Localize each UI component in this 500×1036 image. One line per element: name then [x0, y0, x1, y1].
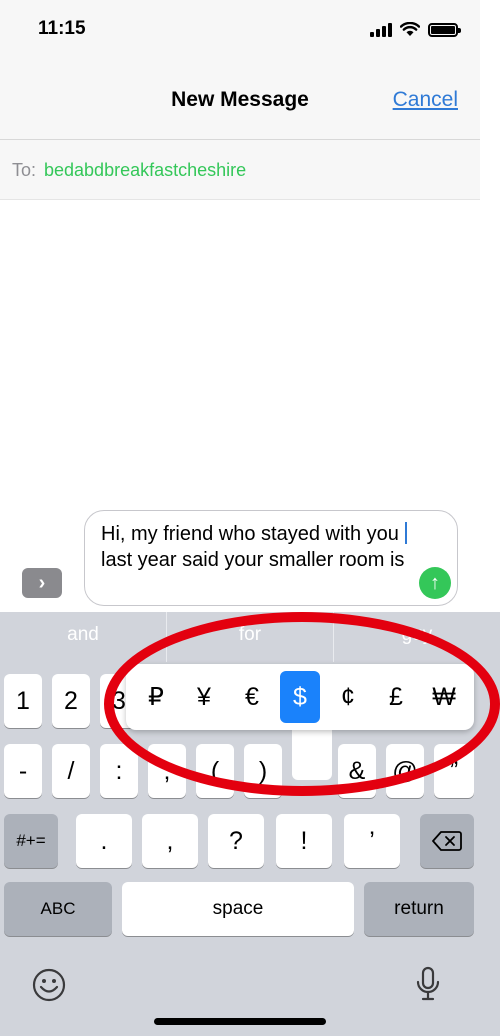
- microphone-icon[interactable]: [416, 966, 440, 1002]
- return-key[interactable]: return: [364, 882, 474, 936]
- message-text[interactable]: Hi, my friend who stayed with you last y…: [101, 521, 411, 573]
- status-bar: 11:15: [0, 0, 480, 58]
- backspace-icon: [432, 831, 462, 851]
- key-1[interactable]: 1: [4, 674, 42, 728]
- home-indicator[interactable]: [154, 1018, 326, 1025]
- key-period[interactable]: .: [76, 814, 132, 868]
- recipient-row[interactable]: To: bedabdbreakfastcheshire: [0, 140, 480, 200]
- message-text-before-caret: Hi, my friend who stayed with you: [101, 523, 405, 545]
- key-hyphen[interactable]: -: [4, 744, 42, 798]
- symbols-toggle-key[interactable]: #+=: [4, 814, 58, 868]
- chevron-right-icon[interactable]: ›: [22, 568, 62, 598]
- key-question[interactable]: ?: [208, 814, 264, 868]
- wifi-icon: [400, 22, 420, 36]
- abc-key[interactable]: ABC: [4, 882, 112, 936]
- screen-edge: [480, 0, 500, 612]
- text-caret: [405, 522, 408, 544]
- key-exclamation[interactable]: !: [276, 814, 332, 868]
- battery-icon: [428, 22, 461, 37]
- to-label: To:: [12, 160, 37, 180]
- send-arrow-icon[interactable]: ↑: [419, 567, 451, 599]
- cellular-signal-icon: [370, 22, 392, 37]
- message-text-after-caret: last year said your smaller room is: [101, 549, 405, 571]
- key-slash[interactable]: /: [52, 744, 90, 798]
- emoji-icon[interactable]: [32, 968, 66, 1002]
- highlight-ring: [104, 612, 500, 796]
- navigation-bar: New Message Cancel: [0, 58, 480, 140]
- status-icons: [370, 22, 461, 37]
- key-apostrophe[interactable]: ’: [344, 814, 400, 868]
- space-key[interactable]: space: [122, 882, 354, 936]
- backspace-key[interactable]: [420, 814, 474, 868]
- key-comma[interactable]: ,: [142, 814, 198, 868]
- recipient-value[interactable]: bedabdbreakfastcheshire: [44, 160, 246, 181]
- key-2[interactable]: 2: [52, 674, 90, 728]
- cancel-button[interactable]: Cancel: [393, 88, 458, 112]
- status-time: 11:15: [38, 18, 86, 39]
- message-input[interactable]: Hi, my friend who stayed with you last y…: [84, 510, 458, 606]
